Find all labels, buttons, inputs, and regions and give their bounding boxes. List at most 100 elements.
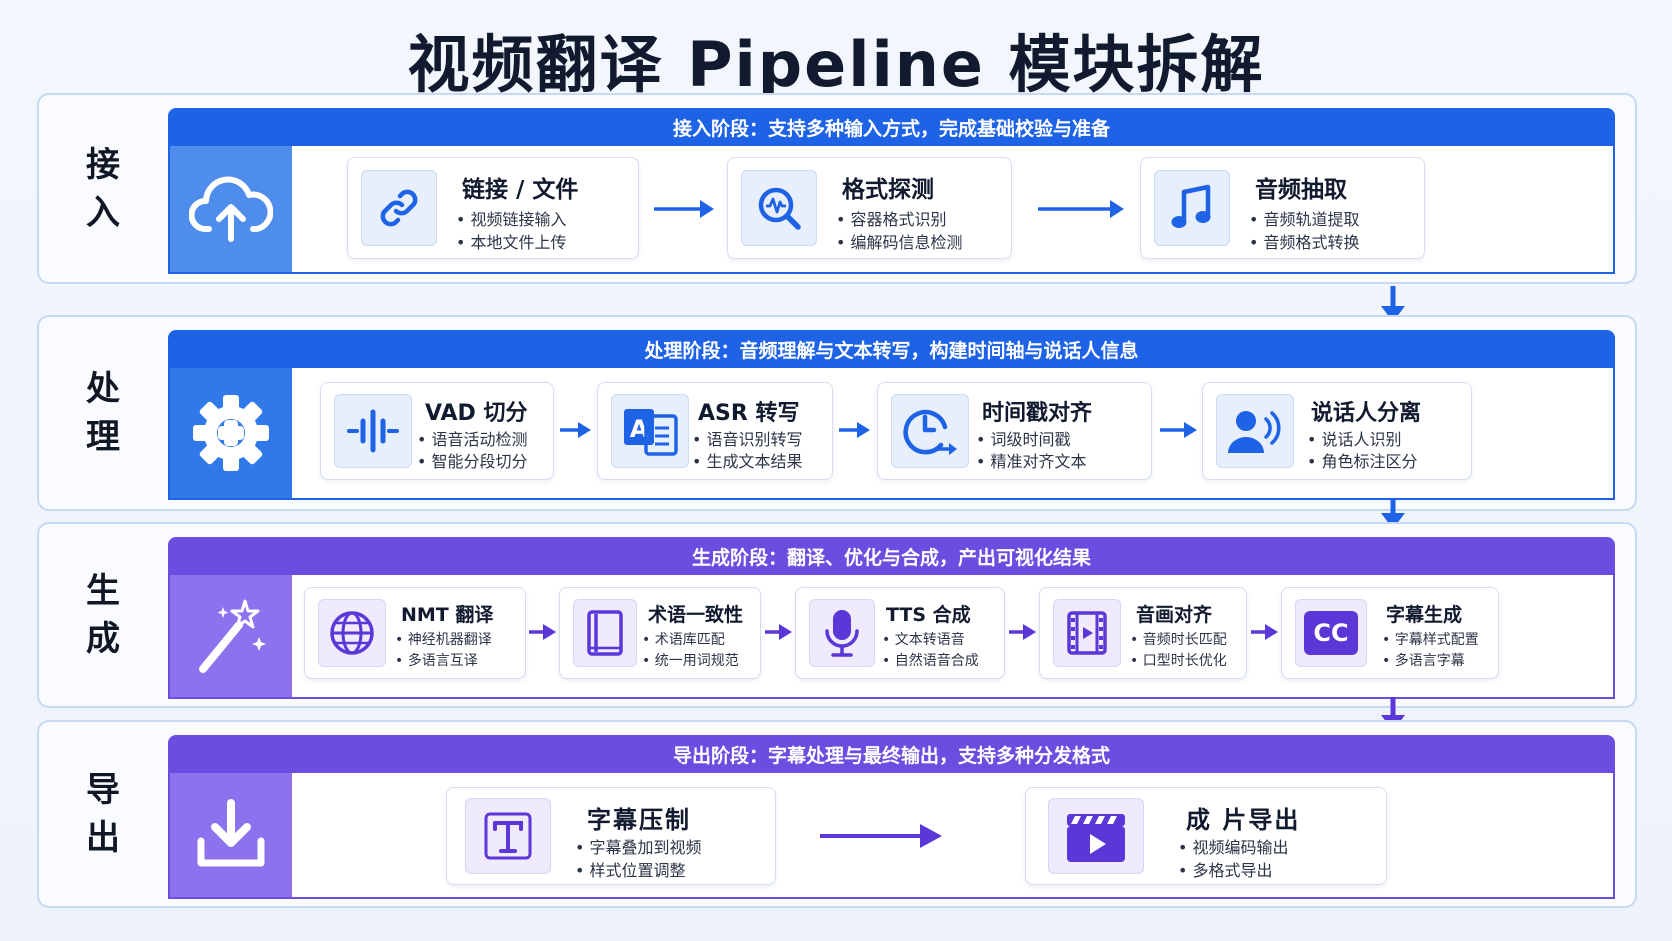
step-card: A ASR 转写 • 语音识别转写 • 生成文本结果 xyxy=(597,382,833,480)
card-icon-box xyxy=(1154,170,1230,246)
card-title: 音画对齐 xyxy=(1136,604,1213,626)
card-bullet: • 生成文本结果 xyxy=(692,452,803,471)
card-icon-box xyxy=(1053,599,1121,667)
card-bullet: • 多语言字幕 xyxy=(1382,653,1465,669)
text-recognition-icon: A xyxy=(624,409,678,456)
stage-label-char-2: 成 xyxy=(86,619,120,659)
card-bullet: • 文本转语音 xyxy=(882,632,965,648)
card-title: 时间戳对齐 xyxy=(982,401,1093,426)
clapperboard-icon xyxy=(1067,814,1125,862)
stage-label-char-2: 出 xyxy=(86,818,120,858)
card-title: 音频抽取 xyxy=(1255,177,1347,203)
card-bullet: • 神经机器翻译 xyxy=(395,632,492,648)
flow-arrow xyxy=(820,824,942,848)
step-card: 说话人分离 • 说话人识别 • 角色标注区分 xyxy=(1202,382,1472,480)
card-bullet: • 词级时间戳 xyxy=(976,430,1071,449)
card-bullet: • 视频链接输入 xyxy=(456,210,567,229)
stage-banner: 导出阶段：字幕处理与最终输出，支持多种分发格式 xyxy=(168,735,1615,773)
card-title: ASR 转写 xyxy=(698,401,800,426)
card-bullet: • 样式位置调整 xyxy=(575,861,686,880)
card-icon-box xyxy=(465,798,551,874)
link-icon xyxy=(380,189,418,227)
card-bullet: • 本地文件上传 xyxy=(456,233,567,252)
flow-arrow xyxy=(654,200,714,218)
stage-icon-block xyxy=(170,773,292,897)
flow-arrow xyxy=(1251,624,1278,640)
card-bullets: • 文本转语音 • 自然语音合成 xyxy=(882,630,979,672)
cc-icon: CC xyxy=(1304,611,1358,655)
card-bullet: • 角色标注区分 xyxy=(1307,452,1418,471)
card-bullets: • 字幕样式配置 • 多语言字幕 xyxy=(1382,630,1479,672)
card-title: 说话人分离 xyxy=(1311,401,1422,426)
card-bullet: • 字幕样式配置 xyxy=(1382,632,1479,648)
stage-label-char-1: 导 xyxy=(86,770,120,810)
stage-export: 导 出 导出阶段：字幕处理与最终输出，支持多种分发格式 字幕压制 • 字幕叠加到… xyxy=(37,720,1637,908)
globe-icon xyxy=(330,611,374,655)
card-title: 字幕压制 xyxy=(587,806,691,834)
flow-arrow xyxy=(1160,422,1197,438)
stage-icon-block xyxy=(170,575,292,697)
flow-arrow xyxy=(1009,624,1036,640)
step-card: 时间戳对齐 • 词级时间戳 • 精准对齐文本 xyxy=(877,382,1152,480)
card-icon-box: CC xyxy=(1295,599,1367,667)
stage-label-char-1: 生 xyxy=(86,571,120,611)
card-bullet: • 音频轨道提取 xyxy=(1249,210,1360,229)
card-title: 成 片导出 xyxy=(1186,806,1301,834)
waveform-icon xyxy=(347,409,399,453)
book-icon xyxy=(587,610,623,656)
step-card: 成 片导出 • 视频编码输出 • 多格式导出 xyxy=(1025,787,1387,885)
card-icon-box xyxy=(1216,394,1294,468)
card-icon-box: A xyxy=(611,394,689,468)
speaker-icon xyxy=(1228,411,1281,453)
step-card: 链接 / 文件 • 视频链接输入 • 本地文件上传 xyxy=(347,157,639,259)
card-bullet: • 视频编码输出 xyxy=(1178,838,1289,857)
magnifier-wave-icon xyxy=(758,187,801,230)
card-bullets: • 语音活动检测 • 智能分段切分 xyxy=(417,429,528,473)
card-bullet: • 术语库匹配 xyxy=(642,632,725,648)
card-icon-box xyxy=(334,394,412,468)
card-bullets: • 容器格式识别 • 编解码信息检测 xyxy=(836,208,963,254)
step-card: CC 字幕生成 • 字幕样式配置 • 多语言字幕 xyxy=(1281,587,1499,679)
card-bullets: • 视频链接输入 • 本地文件上传 xyxy=(456,208,567,254)
card-bullets: • 视频编码输出 • 多格式导出 xyxy=(1178,836,1289,882)
step-card: 术语一致性 • 术语库匹配 • 统一用词规范 xyxy=(559,587,761,679)
card-icon-box xyxy=(891,394,969,468)
card-title: NMT 翻译 xyxy=(401,604,494,626)
stage-label: 接 入 xyxy=(39,95,167,282)
download-icon xyxy=(197,799,265,867)
card-bullets: • 字幕叠加到视频 • 样式位置调整 xyxy=(575,836,702,882)
card-bullet: • 多格式导出 xyxy=(1178,861,1273,880)
card-title: TTS 合成 xyxy=(886,604,971,626)
stage-band: VAD 切分 • 语音活动检测 • 智能分段切分 A ASR 转写 • 语音识别… xyxy=(168,368,1615,500)
stage-ingest: 接 入 接入阶段：支持多种输入方式，完成基础校验与准备 链接 / 文件 • 视频… xyxy=(37,93,1637,284)
card-bullet: • 自然语音合成 xyxy=(882,653,979,669)
card-bullet: • 语音活动检测 xyxy=(417,430,528,449)
card-icon-box xyxy=(741,170,817,246)
flow-arrow xyxy=(765,624,792,640)
card-bullet: • 智能分段切分 xyxy=(417,452,528,471)
flow-arrow xyxy=(1038,200,1124,218)
card-icon-box xyxy=(573,599,637,667)
stage-banner: 接入阶段：支持多种输入方式，完成基础校验与准备 xyxy=(168,108,1615,146)
step-card: 格式探测 • 容器格式识别 • 编解码信息检测 xyxy=(727,157,1012,259)
card-title: 格式探测 xyxy=(842,177,934,203)
card-icon-box xyxy=(318,599,386,667)
stage-label-char-1: 处 xyxy=(86,369,120,409)
step-card: 音画对齐 • 音频时长匹配 • 口型时长优化 xyxy=(1039,587,1247,679)
card-bullets: • 音频时长匹配 • 口型时长优化 xyxy=(1130,630,1227,672)
stage-banner: 生成阶段：翻译、优化与合成，产出可视化结果 xyxy=(168,537,1615,575)
stage-label: 导 出 xyxy=(39,722,167,906)
card-bullets: • 词级时间戳 • 精准对齐文本 xyxy=(976,429,1087,473)
stage-band: NMT 翻译 • 神经机器翻译 • 多语言互译 术语一致性 • 术语库匹配 • … xyxy=(168,575,1615,699)
stage-band: 字幕压制 • 字幕叠加到视频 • 样式位置调整 成 片导出 • 视频编码输出 •… xyxy=(168,773,1615,899)
stage-label-char-1: 接 xyxy=(86,144,120,185)
stage-icon-block xyxy=(170,146,292,272)
card-title: VAD 切分 xyxy=(425,401,528,426)
step-card: NMT 翻译 • 神经机器翻译 • 多语言互译 xyxy=(304,587,526,679)
film-icon xyxy=(1067,611,1107,655)
step-card: 字幕压制 • 字幕叠加到视频 • 样式位置调整 xyxy=(446,787,776,885)
card-bullet: • 统一用词规范 xyxy=(642,653,739,669)
card-title: 链接 / 文件 xyxy=(462,177,579,203)
text-t-icon xyxy=(484,812,532,860)
card-title: 字幕生成 xyxy=(1386,604,1463,626)
